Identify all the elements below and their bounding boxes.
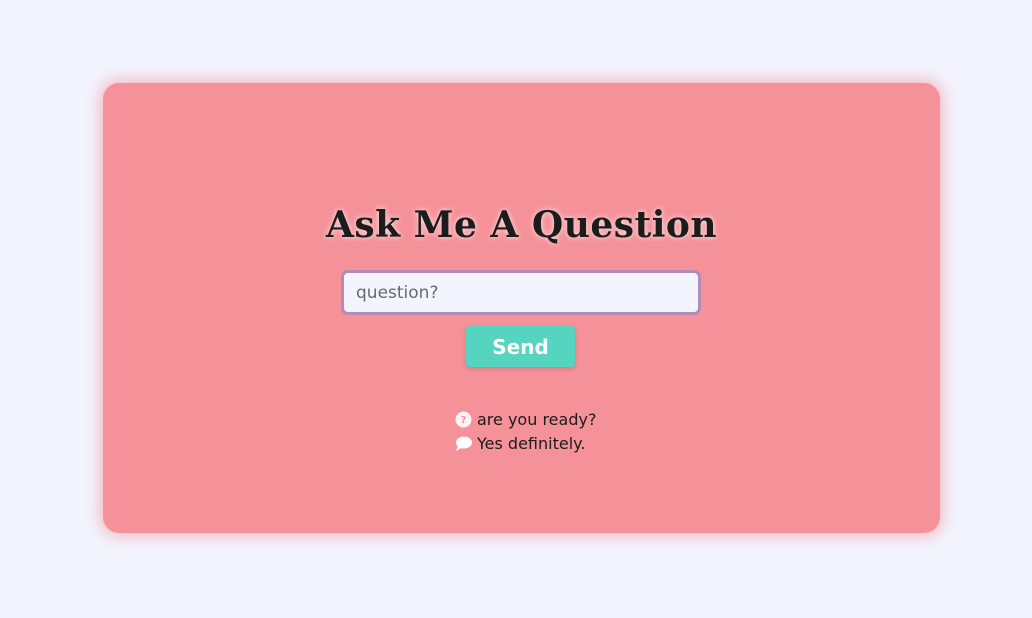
question-input[interactable] [341, 270, 701, 315]
speech-bubble-icon [455, 435, 472, 452]
send-button[interactable]: Send [466, 326, 575, 367]
answer-line: Yes definitely. [455, 431, 596, 455]
question-text: are you ready? [477, 409, 597, 429]
conversation-log: ? are you ready? Yes definitely. [455, 407, 596, 455]
svg-text:?: ? [461, 415, 467, 426]
question-card: Ask Me A Question Send ? are you ready? … [103, 83, 940, 533]
question-line: ? are you ready? [455, 407, 596, 431]
question-circle-icon: ? [455, 411, 472, 428]
page-title: Ask Me A Question [325, 204, 718, 246]
answer-text: Yes definitely. [477, 433, 586, 453]
